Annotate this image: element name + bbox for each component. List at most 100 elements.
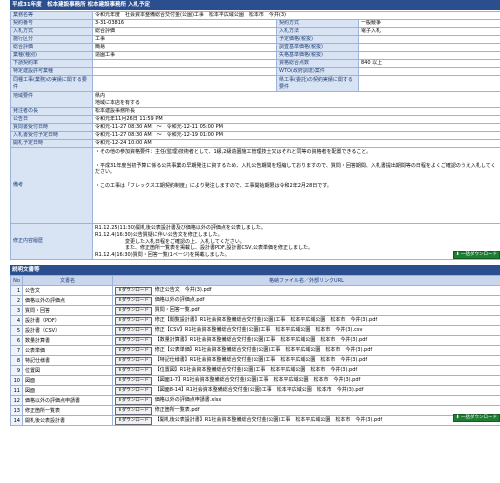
info-label: 予定価格(税抜) [276, 35, 359, 44]
doc-file-link[interactable]: 【開札後公表設計書】R1社会資本整備総合交付金(公園)工事 松本平広域公園 松本… [155, 417, 382, 423]
download-label: ダウンロード [121, 398, 149, 403]
doc-file-link[interactable]: 質問・回答一覧.pdf [155, 307, 200, 313]
download-button[interactable]: ⬇ダウンロード [115, 417, 152, 425]
info-value: 3-31-03816 [92, 19, 277, 28]
info-row: 公告日 令和元年11月26日 11:59 PM [10, 115, 500, 124]
doc-name: 修正箇所一覧表 [22, 405, 113, 416]
download-label: ダウンロード [121, 408, 149, 413]
download-button[interactable]: ⬇ダウンロード [115, 367, 152, 375]
doc-file-link[interactable]: 修正箇所一覧表.pdf [155, 407, 200, 413]
bulk-download-top[interactable]: ⬇ 一括ダウンロード [452, 251, 500, 259]
history-label: 修正内容履歴 [10, 223, 93, 260]
info-row: 総合評価 簡易 調査基準価格(税抜) [10, 43, 500, 52]
download-button[interactable]: ⬇ダウンロード [115, 407, 152, 415]
doc-file-link[interactable]: 【特記仕様書】R1社会資本整備総合交付金(公園)工事 松本平広域公園 松本市 今… [155, 357, 367, 363]
doc-no: 7 [10, 345, 23, 356]
info-label: 失格基準価格(税抜) [276, 51, 359, 60]
table-row: 2 価格以外の評価点 ⬇ダウンロード 価格以外の評価点.pdf [10, 295, 500, 306]
download-label: ダウンロード [121, 298, 149, 303]
doc-file-link[interactable]: 修正【閲覧設計書】R1社会資本整備総合交付金(公園)工事 松本平広域公園 松本市… [155, 317, 377, 323]
doc-name: 特記仕様書 [22, 355, 113, 366]
doc-no: 8 [10, 355, 23, 366]
download-button[interactable]: ⬇ダウンロード [115, 397, 152, 405]
doc-name: 数量計算書 [22, 335, 113, 346]
doc-file-link[interactable]: 修正【公表単価】R1社会資本整備総合交付金(公園)工事 松本平広域公園 松本市 … [155, 347, 372, 353]
doc-file-link[interactable]: 【数量計算書】R1社会資本整備総合交付金(公園)工事 松本平広域公園 松本市 今… [155, 337, 367, 343]
download-icon: ⬇ [455, 415, 460, 420]
doc-file-cell: ⬇ダウンロード 質問・回答一覧.pdf [112, 305, 500, 316]
doc-file-cell: ⬇ダウンロード 修正箇所一覧表.pdf [112, 405, 500, 416]
download-button[interactable]: ⬇ダウンロード [115, 357, 152, 365]
bulk-download-button[interactable]: ⬇ 一括ダウンロード [452, 414, 500, 422]
docs-table: No 文書名 格納ファイル名／外部リンクURL 1 公告文 ⬇ダウンロード 修正公告文… [10, 275, 500, 426]
doc-name: 公表単価 [22, 345, 113, 356]
doc-file-cell: ⬇ダウンロード 【開札後公表設計書】R1社会資本整備総合交付金(公園)工事 松本平… [112, 415, 500, 426]
info-label: 契約方式 [276, 19, 359, 28]
doc-file-cell: ⬇ダウンロード 修正公告文 今井(3).pdf [112, 285, 500, 296]
doc-name: 設計書（PDF） [22, 315, 113, 326]
doc-no: 5 [10, 325, 23, 336]
bulk-download-button[interactable]: ⬇ 一括ダウンロード [452, 251, 500, 259]
info-value: 簡易 [92, 43, 277, 52]
download-label: ダウンロード [121, 368, 149, 373]
info-value: 令和元-12-24 10:00 AM [91, 139, 500, 148]
info-label: 入札方法 [276, 27, 359, 36]
download-button[interactable]: ⬇ダウンロード [115, 327, 152, 335]
doc-file-link[interactable]: 【位置図】R1社会資本整備総合交付金(公園)工事 松本平広域公園 松本市 今井(… [155, 367, 357, 373]
doc-name: 開札後公表設計書 [22, 415, 113, 426]
doc-file-link[interactable]: 【図面1-7】R1社会資本整備総合交付金(公園)工事 松本平広域公園 松本市 今… [155, 377, 361, 383]
info-row: 地域要件 県内 地域に本店を有する [10, 91, 500, 108]
bulk-download-bottom[interactable]: ⬇ 一括ダウンロード [452, 414, 500, 422]
doc-name: 図面 [22, 385, 113, 396]
download-button[interactable]: ⬇ダウンロード [115, 297, 152, 305]
info-table: 業務名等 令和元年度 社会資本整備総合交付金(公園)工事 松本平広域公園 松本市 … [10, 11, 500, 260]
table-row: 12 価格以外の評価点申請書 ⬇ダウンロード 価格以外の評価点申請書.xlsx [10, 395, 500, 406]
doc-file-link[interactable]: 価格以外の評価点申請書.xlsx [155, 397, 222, 403]
info-row: 入札方式 総合評価 入札方法 電子入札 [10, 27, 500, 36]
info-row: 施行区分 工事 予定価格(税抜) [10, 35, 500, 44]
download-button[interactable]: ⬇ダウンロード [115, 337, 152, 345]
doc-name: 図面 [22, 375, 113, 386]
info-value [92, 59, 277, 68]
info-row: 業務名等 令和元年度 社会資本整備総合交付金(公園)工事 松本平広域公園 松本市 … [10, 11, 500, 20]
doc-name: 価格以外の評価点申請書 [22, 395, 113, 406]
download-label: ダウンロード [121, 378, 149, 383]
info-value: 総合評価 [92, 27, 277, 36]
doc-file-link[interactable]: 価格以外の評価点.pdf [155, 297, 205, 303]
info-value [357, 43, 500, 52]
info-value: 松本建設事務所長 [91, 107, 500, 116]
info-value: 令和元-11-27 08:30 AM ～ 令和元-12-19 01:00 PM [91, 131, 500, 140]
doc-no: 6 [10, 335, 23, 346]
download-label: ダウンロード [121, 288, 149, 293]
info-value: 令和元年度 社会資本整備総合交付金(公園)工事 松本平広域公園 松本市 今井(3… [91, 11, 500, 20]
doc-name: 設計書（CSV） [22, 325, 113, 336]
download-button[interactable]: ⬇ダウンロード [115, 347, 152, 355]
info-label: 契約番号 [10, 19, 93, 28]
doc-no: 10 [10, 375, 23, 386]
doc-no: 12 [10, 395, 23, 406]
download-button[interactable]: ⬇ダウンロード [115, 307, 152, 315]
download-button[interactable]: ⬇ダウンロード [115, 287, 152, 295]
table-row: 3 質問・回答 ⬇ダウンロード 質問・回答一覧.pdf [10, 305, 500, 316]
info-value: 令和元-11-27 08:30 AM ～ 令和元-12-11 05:00 PM [91, 123, 500, 132]
col-file-header: 格納ファイル名／外部リンクURL [112, 275, 500, 286]
doc-file-cell: ⬇ダウンロード 修正【公表単価】R1社会資本整備総合交付金(公園)工事 松本平広域… [112, 345, 500, 356]
download-icon: ⬇ [455, 252, 460, 257]
info-label: 地域要件 [10, 91, 93, 108]
doc-name: 価格以外の評価点 [22, 295, 113, 306]
info-label: 同種工事(業務)の実績に関する要件 [10, 75, 93, 92]
doc-file-link[interactable]: 【図面8-14】R1社会資本整備総合交付金(公園)工事 松本平広域公園 松本市 … [155, 387, 364, 393]
doc-file-cell: ⬇ダウンロード 価格以外の評価点.pdf [112, 295, 500, 306]
download-label: ダウンロード [121, 418, 149, 423]
doc-file-link[interactable]: 修正【CSV】R1社会資本整備総合交付金(公園)工事 松本平広域公園 松本市 今… [155, 327, 363, 333]
info-value [92, 75, 277, 92]
doc-file-link[interactable]: 修正公告文 今井(3).pdf [155, 287, 212, 293]
info-value: 840 以上 [357, 59, 500, 68]
download-button[interactable]: ⬇ダウンロード [115, 317, 152, 325]
doc-no: 14 [10, 415, 23, 426]
download-button[interactable]: ⬇ダウンロード [115, 377, 152, 385]
remarks-label: 備考 [10, 147, 93, 224]
doc-name: 質問・回答 [22, 305, 113, 316]
doc-no: 11 [10, 385, 23, 396]
download-button[interactable]: ⬇ダウンロード [115, 387, 152, 395]
